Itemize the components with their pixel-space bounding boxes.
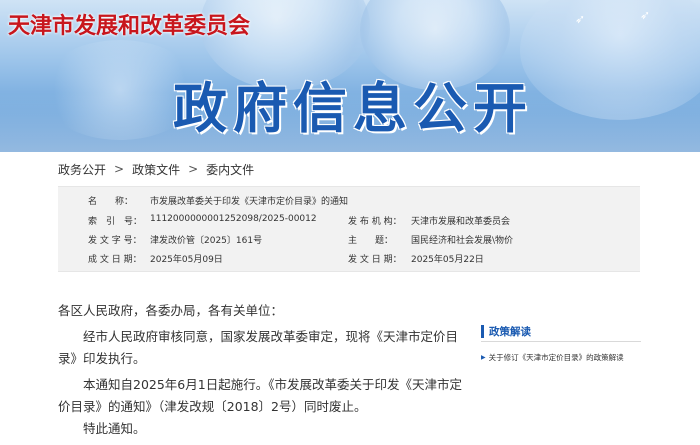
info-row: 索 引 号： 1112000000001252098/2025-00012 发 … <box>58 214 640 231</box>
date-label: 成 文 日 期： <box>88 255 142 265</box>
document-info-table: 名 称： 市发展改革委关于印发《天津市定价目录》的通知 索 引 号： 11120… <box>58 186 640 272</box>
pubdate-value: 2025年05月22日 <box>411 255 484 265</box>
bird-icon: ➶ <box>640 8 651 22</box>
body-paragraph: 经市人民政府审核同意，国家发展改革委审定，现将《天津市定价目录》印发执行。 <box>58 329 459 366</box>
panel-title: 政策解读 <box>489 326 531 338</box>
accent-bar <box>481 325 484 338</box>
issuer-label: 发 布 机 构： <box>348 217 402 227</box>
name-label: 名 称： <box>88 197 134 207</box>
banner-title: 政府信息公开 <box>173 77 533 140</box>
breadcrumb-item-gov-affairs[interactable]: 政务公开 <box>58 161 106 178</box>
body-paragraph: 特此通知。 <box>83 421 146 436</box>
index-label: 索 引 号： <box>88 217 143 227</box>
breadcrumb-item-internal-docs[interactable]: 委内文件 <box>206 161 254 178</box>
docno-value: 津发改价管〔2025〕161号 <box>150 236 263 246</box>
info-row: 名 称： 市发展改革委关于印发《天津市定价目录》的通知 <box>58 194 640 211</box>
breadcrumb-separator: > <box>114 162 125 176</box>
date-value: 2025年05月09日 <box>150 255 223 265</box>
triangle-bullet-icon: ▶ <box>481 354 486 361</box>
policy-interpretation-panel: 政策解读 ▶ 关于修订《天津市定价目录》的政策解读 <box>481 322 641 363</box>
bird-icon: ➶ <box>575 12 586 26</box>
name-value: 市发展改革委关于印发《天津市定价目录》的通知 <box>150 197 349 207</box>
topic-value: 国民经济和社会发展\物价 <box>411 236 514 246</box>
pubdate-label: 发 文 日 期： <box>348 255 402 265</box>
site-title[interactable]: 天津市发展和改革委员会 <box>8 8 250 40</box>
header-banner: ➶ ➶ 天津市发展和改革委员会 政府信息公开 <box>0 0 700 152</box>
info-row: 成 文 日 期： 2025年05月09日 发 文 日 期： 2025年05月22… <box>58 252 640 269</box>
body-paragraph: 本通知自2025年6月1日起施行。《市发展改革委关于印发《天津市定价目录》的通知… <box>58 377 462 414</box>
info-row: 发 文 字 号： 津发改价管〔2025〕161号 主 题： 国民经济和社会发展\… <box>58 233 640 250</box>
panel-header: 政策解读 <box>481 322 641 342</box>
docno-label: 发 文 字 号： <box>88 236 142 246</box>
topic-label: 主 题： <box>348 236 394 246</box>
salutation: 各区人民政府，各委办局，各有关单位： <box>58 303 284 318</box>
breadcrumb-separator: > <box>188 162 199 176</box>
breadcrumb: 政务公开 > 政策文件 > 委内文件 <box>58 159 254 179</box>
issuer-value: 天津市发展和改革委员会 <box>411 217 511 227</box>
interpretation-link-label: 关于修订《天津市定价目录》的政策解读 <box>488 353 624 362</box>
index-value: 1112000000001252098/2025-00012 <box>150 214 317 224</box>
breadcrumb-item-policy-docs[interactable]: 政策文件 <box>132 161 180 178</box>
interpretation-link[interactable]: ▶ 关于修订《天津市定价目录》的政策解读 <box>481 352 641 363</box>
